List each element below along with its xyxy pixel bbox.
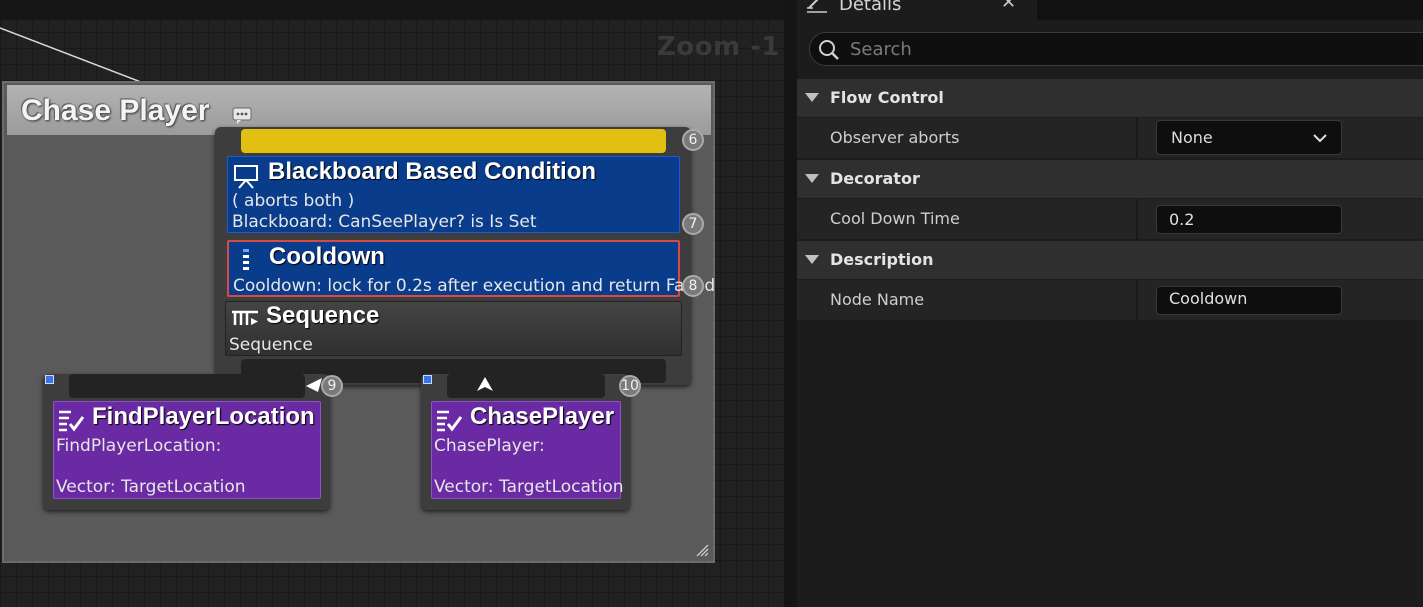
category-flow-control[interactable]: Flow Control: [797, 79, 1423, 117]
sequence-icon: [232, 310, 258, 325]
property-row-node-name: Node Name Cooldown: [797, 280, 1423, 320]
decorator-description: ( aborts both ): [232, 191, 355, 211]
sequence-body[interactable]: Sequence Sequence: [225, 301, 682, 356]
node-title: Sequence: [266, 302, 380, 329]
property-row-observer-aborts: Observer aborts None: [797, 118, 1423, 158]
input-pin[interactable]: [69, 374, 305, 398]
node-name-field[interactable]: Cooldown: [1156, 286, 1342, 315]
decorator-description: Cooldown: lock for 0.2s after execution …: [233, 276, 716, 296]
search-box[interactable]: [809, 32, 1423, 66]
category-label: Decorator: [830, 169, 920, 188]
task-title: FindPlayerLocation: [92, 403, 315, 430]
dropdown-value: None: [1171, 128, 1213, 147]
tab-label: Details: [839, 0, 902, 15]
category-decorator[interactable]: Decorator: [797, 160, 1423, 198]
tab-details[interactable]: Details ✕: [797, 0, 1037, 20]
node-subtitle: Sequence: [229, 335, 313, 355]
cool-down-time-field[interactable]: 0.2: [1156, 205, 1342, 234]
details-tab-bar: Details ✕: [797, 0, 1423, 20]
input-pin[interactable]: [241, 129, 666, 153]
input-pin[interactable]: [447, 374, 605, 398]
blackboard-icon: [234, 165, 258, 189]
field-value: 0.2: [1169, 210, 1195, 229]
task-description: Vector: TargetLocation: [56, 477, 246, 497]
task-title: ChasePlayer: [470, 403, 615, 430]
flow-arrow-icon: [306, 378, 322, 392]
details-panel: Details ✕ Flow Control Observer aborts N…: [797, 0, 1423, 607]
execution-index-badge: 10: [619, 375, 641, 397]
collapse-arrow-icon[interactable]: [805, 93, 819, 102]
collapse-arrow-icon[interactable]: [805, 255, 819, 264]
decorator-description: Blackboard: CanSeePlayer? is Is Set: [232, 212, 537, 232]
field-value: Cooldown: [1169, 289, 1248, 308]
column-divider[interactable]: [1136, 118, 1138, 158]
task-node-chaseplayer[interactable]: ChasePlayer ChasePlayer: Vector: TargetL…: [421, 374, 630, 510]
decorator-title: Cooldown: [269, 243, 385, 270]
execution-index-badge: 7: [682, 213, 704, 235]
behavior-tree-graph[interactable]: Zoom -1 Chase Player Blackboard Based Co…: [0, 0, 790, 607]
search-icon: [819, 40, 839, 60]
property-row-cool-down-time: Cool Down Time 0.2: [797, 199, 1423, 239]
blackboard-decorator[interactable]: Blackboard Based Condition ( aborts both…: [227, 156, 680, 233]
execution-index-badge: 8: [682, 275, 704, 297]
task-body[interactable]: FindPlayerLocation FindPlayerLocation: V…: [53, 401, 321, 499]
execution-index-badge: 6: [682, 129, 704, 151]
breakpoint-marker-icon: [45, 375, 54, 384]
property-label: Node Name: [830, 290, 925, 309]
cooldown-icon: [243, 249, 249, 270]
sequence-node[interactable]: Blackboard Based Condition ( aborts both…: [215, 127, 715, 385]
close-icon[interactable]: ✕: [1001, 0, 1016, 13]
decorator-title: Blackboard Based Condition: [268, 158, 597, 185]
execution-index-badge: 9: [321, 375, 343, 397]
property-label: Observer aborts: [830, 128, 960, 147]
task-body[interactable]: ChasePlayer ChasePlayer: Vector: TargetL…: [431, 401, 624, 499]
resize-grip-icon[interactable]: [695, 543, 709, 557]
category-label: Flow Control: [830, 88, 944, 107]
task-description: Vector: TargetLocation: [434, 477, 624, 497]
task-icon: [59, 410, 85, 432]
cooldown-decorator[interactable]: Cooldown Cooldown: lock for 0.2s after e…: [227, 240, 715, 297]
task-description: FindPlayerLocation:: [56, 436, 222, 456]
comment-title: Chase Player: [21, 94, 210, 127]
task-description: ChasePlayer:: [434, 436, 545, 456]
column-divider[interactable]: [1136, 199, 1138, 239]
task-node-findplayerlocation[interactable]: FindPlayerLocation FindPlayerLocation: V…: [43, 374, 330, 510]
breakpoint-marker-icon: [423, 375, 432, 384]
category-description[interactable]: Description: [797, 241, 1423, 279]
chevron-down-icon: [1313, 134, 1327, 143]
column-divider[interactable]: [1136, 280, 1138, 320]
task-icon: [437, 410, 463, 432]
observer-aborts-dropdown[interactable]: None: [1156, 120, 1342, 155]
search-input[interactable]: [850, 37, 1410, 61]
panel-splitter[interactable]: [784, 0, 790, 607]
flow-arrow-icon: [477, 377, 493, 391]
collapse-arrow-icon[interactable]: [805, 174, 819, 183]
category-label: Description: [830, 250, 934, 269]
property-label: Cool Down Time: [830, 209, 960, 228]
pencil-icon: [807, 0, 827, 13]
comment-bubble-icon[interactable]: [231, 104, 253, 126]
